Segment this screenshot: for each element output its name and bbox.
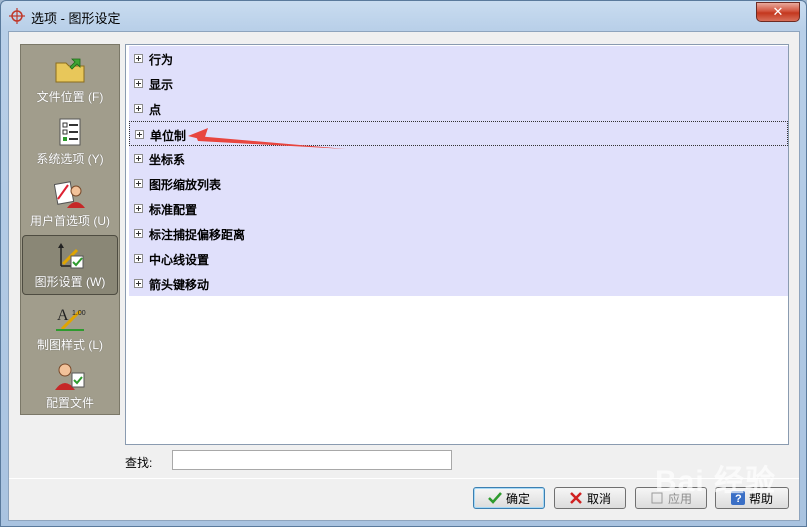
help-button[interactable]: ? 帮助 (715, 487, 789, 509)
nav-item-label: 图形设置 (W) (34, 275, 106, 289)
title-bar[interactable]: 选项 - 图形设定 ✕ (1, 1, 806, 31)
tree-item-point[interactable]: 点 (129, 96, 788, 121)
nav-item-label: 用户首选项 (U) (30, 214, 110, 228)
tree-item-centerline-settings[interactable]: 中心线设置 (129, 246, 788, 271)
svg-text:A: A (57, 307, 69, 324)
tree-item-standard-config[interactable]: 标准配置 (129, 196, 788, 221)
nav-item-label: 系统选项 (Y) (36, 152, 104, 166)
expand-icon[interactable] (134, 54, 143, 63)
expand-icon[interactable] (134, 254, 143, 263)
window-title: 选项 - 图形设定 (31, 11, 121, 26)
expand-icon[interactable] (135, 130, 144, 139)
cancel-x-icon (570, 492, 582, 504)
close-button[interactable]: ✕ (756, 2, 800, 22)
nav-item-system-options[interactable]: 系统选项 (Y) (22, 111, 118, 171)
expand-icon[interactable] (134, 79, 143, 88)
expand-icon[interactable] (134, 104, 143, 113)
app-icon (9, 8, 25, 24)
find-label: 查找: (125, 456, 153, 470)
tree-item-dimension-snap-offset[interactable]: 标注捕捉偏移距离 (129, 221, 788, 246)
expand-icon[interactable] (134, 229, 143, 238)
expand-icon[interactable] (134, 154, 143, 163)
svg-text:?: ? (735, 493, 742, 505)
tree-item-zoom-list[interactable]: 图形缩放列表 (129, 171, 788, 196)
close-icon: ✕ (772, 4, 784, 19)
expand-icon[interactable] (134, 279, 143, 288)
tree-item-display[interactable]: 显示 (129, 71, 788, 96)
apply-button[interactable]: 应用 (635, 487, 707, 509)
nav-item-file-locations[interactable]: 文件位置 (F) (22, 49, 118, 109)
help-icon: ? (730, 491, 745, 505)
nav-item-drawing-settings[interactable]: 图形设置 (W) (22, 235, 118, 295)
nav-item-profile[interactable]: 配置文件 (22, 355, 118, 415)
find-input[interactable] (172, 450, 452, 470)
tree-item-arrow-key-move[interactable]: 箭头键移动 (129, 271, 788, 296)
drawing-settings-icon (58, 243, 84, 269)
tree-item-behavior[interactable]: 行为 (129, 46, 788, 71)
drafting-style-icon: A 1.00 (56, 307, 86, 331)
apply-icon (651, 492, 663, 504)
expand-icon[interactable] (134, 179, 143, 188)
cancel-button[interactable]: 取消 (554, 487, 626, 509)
nav-item-label: 制图样式 (L) (36, 338, 103, 352)
svg-text:1.00: 1.00 (72, 310, 86, 317)
nav-item-label: 文件位置 (F) (36, 90, 104, 104)
annotation-arrow-icon (188, 128, 346, 149)
options-dialog: 选项 - 图形设定 ✕ 文件位置 (F) 系统选项 (Y) 用户首选项 (U) … (0, 0, 807, 527)
settings-tree[interactable]: 行为 显示 点 单位制 坐标系 图形缩放列表 标准配置 标注捕捉偏移距离 中心线… (125, 44, 789, 445)
divider (9, 478, 799, 479)
nav-item-drafting-style[interactable]: A 1.00 制图样式 (L) (22, 297, 118, 357)
nav-item-user-preferences[interactable]: 用户首选项 (U) (22, 173, 118, 233)
expand-icon[interactable] (134, 204, 143, 213)
checkmark-icon (488, 492, 502, 504)
user-preferences-icon (54, 181, 85, 208)
folder-icon (55, 58, 85, 83)
category-sidebar: 文件位置 (F) 系统选项 (Y) 用户首选项 (U) 图形设置 (W) A 1… (20, 44, 120, 415)
dialog-body: 文件位置 (F) 系统选项 (Y) 用户首选项 (U) 图形设置 (W) A 1… (8, 31, 800, 521)
ok-button[interactable]: 确定 (473, 487, 545, 509)
nav-item-label: 配置文件 (45, 396, 94, 410)
checklist-icon (59, 118, 81, 146)
profile-icon (55, 363, 85, 390)
